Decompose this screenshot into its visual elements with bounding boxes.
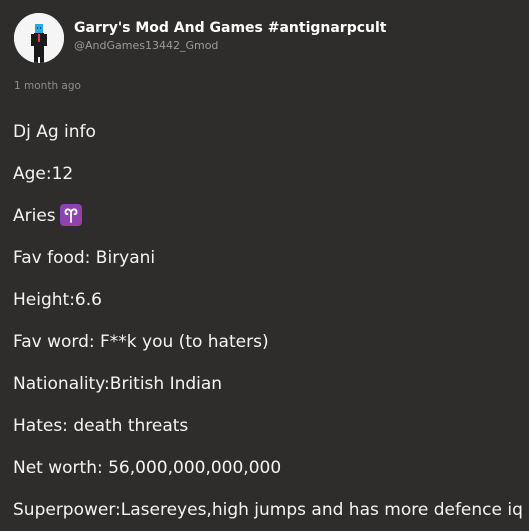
post-timestamp: 1 month ago [14, 80, 81, 92]
post-line: Superpower:Lasereyes,high jumps and has … [13, 500, 523, 520]
post-line: Net worth: 56,000,000,000,000 [13, 458, 282, 478]
post-line: Fav food: Biryani [13, 248, 156, 268]
author-name[interactable]: Garry's Mod And Games #antignarpcult [74, 19, 387, 37]
post-line-text: Aries [13, 206, 56, 226]
author-info: Garry's Mod And Games #antignarpcult @An… [74, 19, 387, 53]
community-post: Garry's Mod And Games #antignarpcult @An… [0, 0, 529, 522]
aries-zodiac-icon [59, 204, 82, 226]
author-avatar[interactable] [14, 13, 64, 63]
post-header: Garry's Mod And Games #antignarpcult @An… [14, 13, 387, 63]
post-line: Height:6.6 [13, 290, 102, 310]
post-line: Hates: death threats [13, 416, 189, 436]
post-line-aries: Aries [13, 195, 527, 237]
post-line: Nationality:British Indian [13, 374, 223, 394]
avatar-image [14, 13, 64, 63]
post-body: Dj Ag info Age:12 Aries Fav food: Biryan… [13, 111, 527, 531]
author-handle: @AndGames13442_Gmod [74, 39, 219, 52]
post-line: Fav word: F**k you (to haters) [13, 332, 269, 352]
post-line: Age:12 [13, 164, 74, 184]
post-line: Dj Ag info [13, 122, 96, 142]
